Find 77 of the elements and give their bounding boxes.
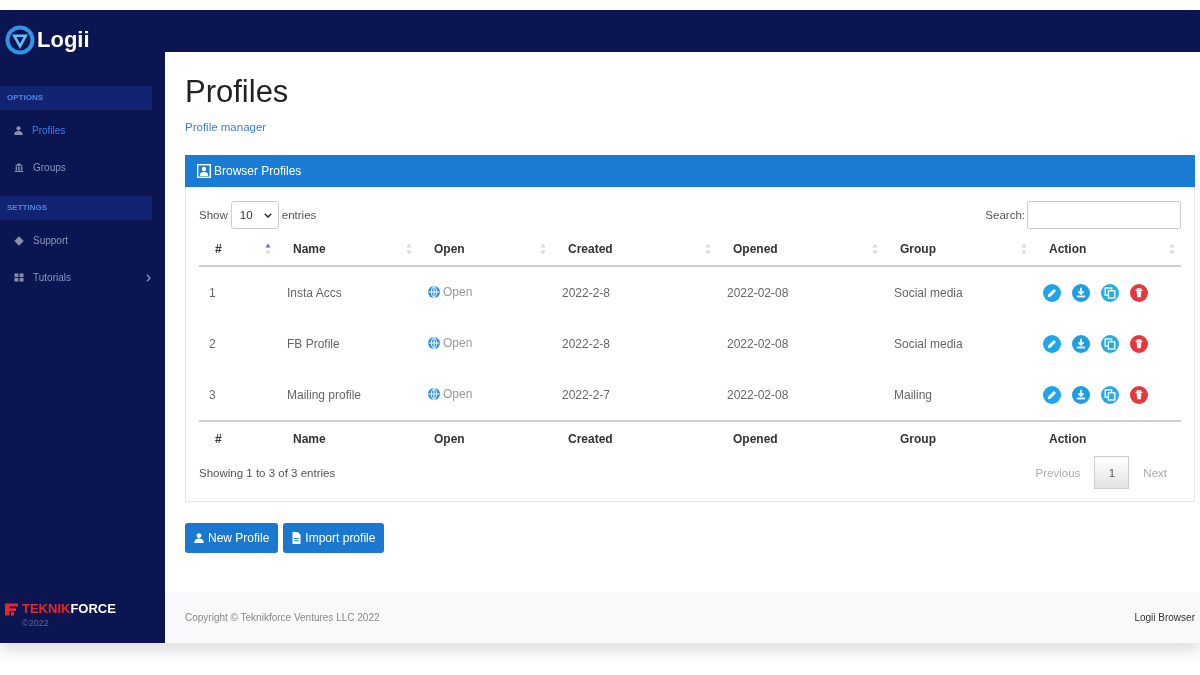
entries-info: Showing 1 to 3 of 3 entries xyxy=(199,466,336,479)
sidebar-item[interactable]: Support xyxy=(0,222,165,259)
table-cell: 2022-02-08 xyxy=(717,266,884,318)
copy-icon[interactable] xyxy=(1101,385,1119,404)
user-icon xyxy=(194,533,204,543)
app-name-text: Logii Browser xyxy=(1134,612,1195,623)
column-header[interactable]: Created xyxy=(552,232,717,266)
pencil-icon[interactable] xyxy=(1043,385,1061,404)
sidebar-section-heading: SETTINGS xyxy=(0,196,152,220)
brand-wordmark: TEKNIKFORCE xyxy=(22,601,116,617)
column-header[interactable]: Group xyxy=(884,232,1033,266)
file-icon xyxy=(292,532,302,544)
globe-icon xyxy=(428,336,440,349)
import-profile-button[interactable]: Import profile xyxy=(283,523,385,553)
page-button[interactable]: 1 xyxy=(1094,456,1130,489)
copyright-text: Copyright © Teknikforce Ventures LLC 2022 xyxy=(185,612,380,623)
column-header[interactable]: Action xyxy=(1033,232,1181,266)
column-header[interactable]: Name xyxy=(277,232,418,266)
column-footer: Created xyxy=(552,421,717,456)
download-icon[interactable] xyxy=(1072,283,1090,302)
sidebar-item[interactable]: Tutorials xyxy=(0,259,165,296)
table-cell: Mailing profile xyxy=(277,369,418,421)
sidebar-item[interactable]: Groups xyxy=(0,149,165,186)
building-icon xyxy=(14,163,24,172)
trash-icon[interactable] xyxy=(1130,385,1148,404)
copy-icon[interactable] xyxy=(1101,334,1119,353)
user-icon xyxy=(14,126,23,135)
diamond-icon xyxy=(14,235,24,246)
page-title: Profiles xyxy=(185,74,289,110)
copyright-year: ©2022 xyxy=(22,617,49,629)
logo-text: Logii xyxy=(37,26,90,54)
table-cell: 1 xyxy=(199,266,277,318)
sidebar-item[interactable]: Profiles xyxy=(0,112,165,149)
table-cell: Mailing xyxy=(884,369,1033,421)
show-label: Show xyxy=(199,209,228,221)
download-icon[interactable] xyxy=(1072,385,1090,404)
card-title: Browser Profiles xyxy=(214,164,302,178)
pencil-icon[interactable] xyxy=(1043,283,1061,302)
table-cell: Insta Accs xyxy=(277,266,418,318)
grid-icon xyxy=(14,273,24,282)
table-cell: 3 xyxy=(199,369,277,421)
column-footer: Open xyxy=(418,421,552,456)
table-cell: 2022-2-8 xyxy=(552,266,717,318)
table-cell-text: Social media xyxy=(893,335,964,353)
search-label: Search: xyxy=(985,209,1025,221)
globe-icon xyxy=(428,285,440,298)
copy-icon[interactable] xyxy=(1101,283,1119,302)
column-footer: Group xyxy=(884,421,1033,456)
column-header[interactable]: Open xyxy=(418,232,552,266)
sidebar-section-heading: OPTIONS xyxy=(0,86,152,110)
caret-down-icon xyxy=(263,212,272,218)
column-header[interactable]: Opened xyxy=(717,232,884,266)
table-cell-text: FB Profile xyxy=(286,335,341,353)
table-cell-text: 2022-02-08 xyxy=(726,335,790,353)
trash-icon[interactable] xyxy=(1130,334,1148,353)
entries-select[interactable]: 10 xyxy=(230,201,279,229)
search-field[interactable] xyxy=(1027,201,1181,229)
column-footer: # xyxy=(199,421,277,456)
table-cell: 2022-2-7 xyxy=(552,369,717,421)
table-cell: 2022-02-08 xyxy=(717,369,884,421)
user-square-icon xyxy=(197,164,211,178)
pencil-icon[interactable] xyxy=(1043,334,1061,353)
brand-logo-icon xyxy=(5,602,19,616)
new-profile-button[interactable]: New Profile xyxy=(185,523,279,553)
column-footer: Name xyxy=(277,421,418,456)
table-cell-text: 2022-2-8 xyxy=(561,335,612,353)
column-header[interactable]: # xyxy=(199,232,277,266)
table-cell: Social media xyxy=(884,266,1033,318)
table-cell-text: 2 xyxy=(208,335,217,353)
logo-icon xyxy=(5,25,35,55)
trash-icon[interactable] xyxy=(1130,283,1148,302)
globe-icon xyxy=(428,387,440,400)
column-footer: Opened xyxy=(717,421,884,456)
entries-label: entries xyxy=(281,209,317,221)
column-footer: Action xyxy=(1033,421,1181,456)
breadcrumb-link[interactable]: Profile manager xyxy=(185,119,267,135)
download-icon[interactable] xyxy=(1072,334,1090,353)
